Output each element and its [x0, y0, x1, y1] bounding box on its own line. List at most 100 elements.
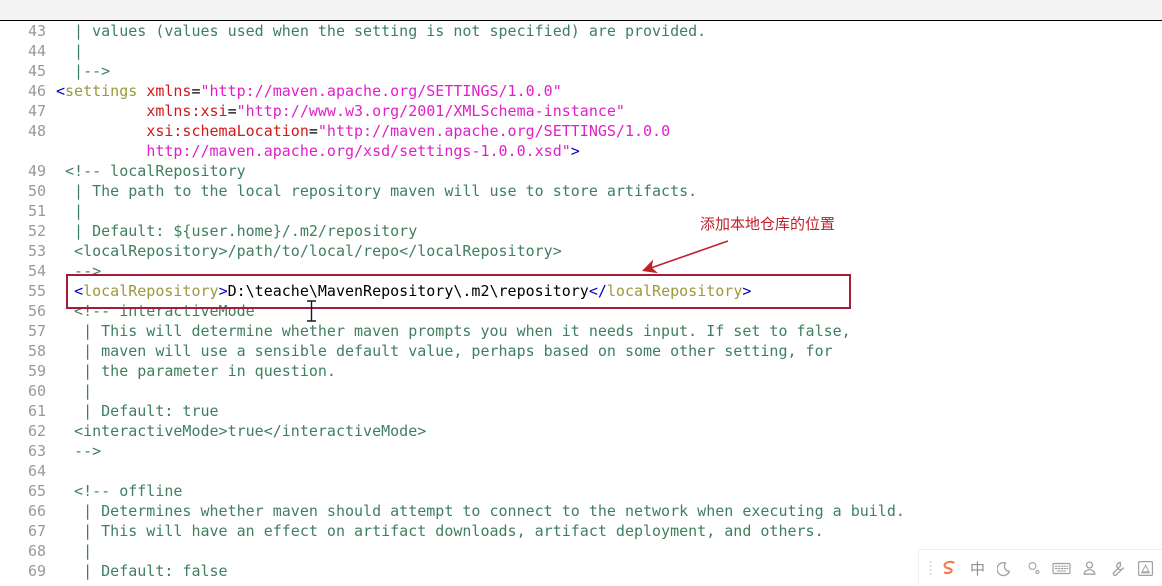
code-line[interactable]: 47 xmlns:xsi="http://www.w3.org/2001/XML… [0, 101, 1162, 121]
token-str: "http://maven.apache.org/SETTINGS/1.0.0 [317, 122, 671, 140]
code-text[interactable]: <!-- offline [46, 481, 182, 501]
token-cmt: | This will determine whether maven prom… [56, 322, 851, 340]
code-text[interactable]: | [46, 41, 83, 61]
code-line[interactable]: 52 | Default: ${user.home}/.m2/repositor… [0, 221, 1162, 241]
column-ruler: -----+----1----+----2----+----3----+----… [0, 0, 1162, 21]
line-number: 50 [27, 182, 46, 200]
token-cmt: | The path to the local repository maven… [56, 182, 698, 200]
code-text[interactable]: <localRepository>/path/to/local/repo</lo… [46, 241, 562, 261]
code-line[interactable]: 56 <!-- interactiveMode [0, 301, 1162, 321]
ime-toolbar[interactable]: 中 [918, 549, 1162, 586]
code-text[interactable]: <settings xmlns="http://maven.apache.org… [46, 81, 562, 101]
code-text[interactable]: <interactiveMode>true</interactiveMode> [46, 421, 426, 441]
punctuation-mode-icon[interactable] [1023, 558, 1044, 579]
sogou-logo-icon[interactable] [939, 558, 960, 579]
code-text[interactable]: xsi:schemaLocation="http://maven.apache.… [46, 121, 670, 141]
code-text[interactable]: | Default: true [46, 401, 218, 421]
code-line[interactable]: 63 --> [0, 441, 1162, 461]
line-number: 58 [27, 342, 46, 360]
token-cmt: | Default: ${user.home}/.m2/repository [56, 222, 418, 240]
line-number: 53 [27, 242, 46, 260]
user-icon[interactable] [1079, 558, 1100, 579]
code-text[interactable]: | Determines whether maven should attemp… [46, 501, 905, 521]
code-line[interactable]: 62 <interactiveMode>true</interactiveMod… [0, 421, 1162, 441]
moon-icon[interactable] [995, 558, 1016, 579]
code-line[interactable]: 65 <!-- offline [0, 481, 1162, 501]
code-line[interactable]: 49 <!-- localRepository [0, 161, 1162, 181]
token-attr: xsi:schemaLocation [146, 122, 309, 140]
code-text[interactable]: | [46, 381, 92, 401]
token-tag: settings [65, 82, 138, 100]
code-text[interactable]: | the parameter in question. [46, 361, 336, 381]
token-str: http://maven.apache.org/xsd/settings-1.0… [146, 142, 571, 160]
ime-drag-handle[interactable] [929, 560, 932, 576]
token-cmt: | [56, 42, 84, 60]
line-number: 55 [27, 282, 46, 300]
line-number: 43 [27, 22, 46, 40]
code-text[interactable]: | This will have an effect on artifact d… [46, 521, 824, 541]
code-text[interactable]: | Default: false [46, 561, 228, 581]
chinese-mode-glyph: 中 [969, 559, 985, 578]
code-line[interactable]: 60 | [0, 381, 1162, 401]
code-text[interactable]: | This will determine whether maven prom… [46, 321, 851, 341]
code-text[interactable]: <!-- localRepository [46, 161, 246, 181]
code-text[interactable]: | maven will use a sensible default valu… [46, 341, 833, 361]
token-brk: > [218, 282, 228, 300]
code-line[interactable]: 64 [0, 461, 1162, 481]
code-text[interactable]: --> [46, 261, 101, 281]
code-line[interactable]: 54 --> [0, 261, 1162, 281]
token-cmt: | [56, 542, 93, 560]
token-str: "http://maven.apache.org/SETTINGS/1.0.0" [200, 82, 562, 100]
code-text[interactable]: | [46, 201, 83, 221]
token-punct: = [191, 82, 201, 100]
token-cmt: | the parameter in question. [56, 362, 336, 380]
code-line[interactable]: 50 | The path to the local repository ma… [0, 181, 1162, 201]
code-text[interactable]: --> [46, 441, 101, 461]
code-text[interactable]: <localRepository>D:\teache\MavenReposito… [46, 281, 751, 301]
code-line[interactable]: 61 | Default: true [0, 401, 1162, 421]
token-brk: </ [588, 282, 607, 300]
token-txt: D:\teache\MavenRepository\.m2\repository [227, 282, 589, 300]
code-line[interactable]: 55 <localRepository>D:\teache\MavenRepos… [0, 281, 1162, 301]
code-line[interactable]: 51 | [0, 201, 1162, 221]
code-text[interactable]: | [46, 541, 92, 561]
code-text[interactable]: | Default: ${user.home}/.m2/repository [46, 221, 417, 241]
code-line[interactable]: 58 | maven will use a sensible default v… [0, 341, 1162, 361]
token-str: "http://www.w3.org/2001/XMLSchema-instan… [236, 102, 625, 120]
token-cmt: <!-- offline [56, 482, 183, 500]
chinese-mode-icon[interactable]: 中 [967, 558, 988, 579]
line-number: 66 [27, 502, 46, 520]
wrench-icon[interactable] [1107, 558, 1128, 579]
token-cmt: | [56, 382, 93, 400]
code-line[interactable]: 67 | This will have an effect on artifac… [0, 521, 1162, 541]
code-line[interactable]: 57 | This will determine whether maven p… [0, 321, 1162, 341]
code-editor[interactable]: 43 | values (values used when the settin… [0, 21, 1162, 586]
code-text[interactable]: <!-- interactiveMode [46, 301, 255, 321]
line-number: 65 [27, 482, 46, 500]
keyboard-icon[interactable] [1051, 558, 1072, 579]
line-number: 54 [27, 262, 46, 280]
code-text[interactable]: | values (values used when the setting i… [46, 21, 706, 41]
line-number: 45 [27, 62, 46, 80]
code-text[interactable]: http://maven.apache.org/xsd/settings-1.0… [46, 141, 580, 161]
code-line[interactable]: 43 | values (values used when the settin… [0, 21, 1162, 41]
code-text[interactable]: | The path to the local repository maven… [46, 181, 697, 201]
token-cmt: <localRepository>/path/to/local/repo</lo… [56, 242, 562, 260]
code-line[interactable]: 45 |--> [0, 61, 1162, 81]
code-line[interactable]: http://maven.apache.org/xsd/settings-1.0… [0, 141, 1162, 161]
code-line[interactable]: 48 xsi:schemaLocation="http://maven.apac… [0, 121, 1162, 141]
code-text[interactable]: xmlns:xsi="http://www.w3.org/2001/XMLSch… [46, 101, 625, 121]
code-line[interactable]: 66 | Determines whether maven should att… [0, 501, 1162, 521]
line-number: 46 [27, 82, 46, 100]
toolbox-icon[interactable] [1135, 558, 1156, 579]
code-line[interactable]: 53 <localRepository>/path/to/local/repo<… [0, 241, 1162, 261]
token-brk: > [570, 142, 580, 160]
code-text[interactable]: |--> [46, 61, 110, 81]
code-line[interactable]: 46 <settings xmlns="http://maven.apache.o… [0, 81, 1162, 101]
code-line[interactable]: 44 | [0, 41, 1162, 61]
line-number: 67 [27, 522, 46, 540]
code-line[interactable]: 59 | the parameter in question. [0, 361, 1162, 381]
